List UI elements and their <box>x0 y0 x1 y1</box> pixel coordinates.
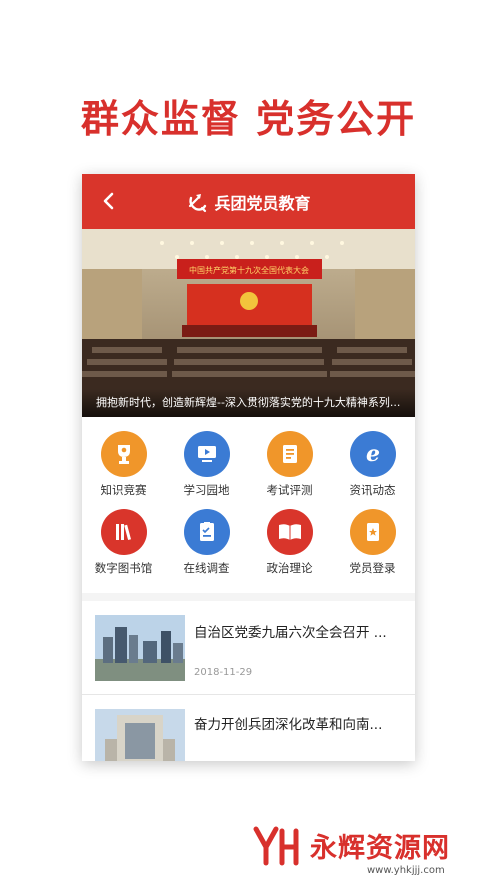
promo-headline: 群众监督 党务公开 <box>80 97 417 141</box>
news-date: 2018-11-29 <box>194 667 253 678</box>
grid-label: 学习园地 <box>183 483 230 497</box>
grid-item-quiz[interactable]: 知识竞赛 <box>82 431 165 498</box>
watermark-url: www.yhkjjj.com <box>367 865 445 876</box>
grid-label: 资讯动态 <box>349 483 396 497</box>
grid-item-survey[interactable]: 在线调查 <box>165 509 248 576</box>
grid-item-news[interactable]: e 资讯动态 <box>331 431 414 498</box>
watermark: 永辉资源网 <box>252 822 492 868</box>
bookshelf-icon <box>100 509 147 555</box>
news-title: 奋力开创兵团深化改革和向南... <box>194 717 383 733</box>
phone-screen: 兵团党员教育 中国共产党第十九次全国代表大会 拥抱新时代，创造新辉煌--深入贯彻… <box>82 174 415 761</box>
grid-label: 政治理论 <box>266 561 313 575</box>
grid-item-theory[interactable]: 政治理论 <box>248 509 331 576</box>
grid-item-library[interactable]: 数字图书馆 <box>82 509 165 576</box>
nav-title-group: 兵团党员教育 <box>82 174 415 229</box>
function-grid: 知识竞赛 学习园地 考试评测 e 资讯动态 数字图书馆 在线调查 政治理论 党员… <box>82 417 415 593</box>
grid-label: 党员登录 <box>349 561 396 575</box>
clipboard-icon <box>183 509 230 555</box>
grid-label: 知识竞赛 <box>100 483 147 497</box>
news-item[interactable]: 奋力开创兵团深化改革和向南... <box>82 695 415 761</box>
navigation-bar: 兵团党员教育 <box>82 174 415 229</box>
banner-screen-text: 中国共产党第十九次全国代表大会 <box>189 265 309 275</box>
member-badge-icon <box>349 509 396 555</box>
document-icon <box>266 431 313 477</box>
news-thumbnail <box>95 709 185 761</box>
svg-text:e: e <box>366 441 380 467</box>
banner-caption: 拥抱新时代，创造新辉煌--深入贯彻落实党的十九大精神系列... <box>82 389 415 417</box>
open-book-icon <box>266 509 313 555</box>
grid-label: 考试评测 <box>266 483 313 497</box>
app-title: 兵团党员教育 <box>214 193 311 213</box>
grid-label: 数字图书馆 <box>94 561 153 575</box>
grid-item-exam[interactable]: 考试评测 <box>248 431 331 498</box>
news-list: 自治区党委九届六次全会召开 ... 2018-11-29 奋力开创兵团深化改革和… <box>82 601 415 761</box>
news-item[interactable]: 自治区党委九届六次全会召开 ... 2018-11-29 <box>82 601 415 691</box>
party-emblem-icon <box>189 193 207 212</box>
grid-label: 在线调查 <box>183 561 230 575</box>
browser-e-icon: e <box>349 431 396 477</box>
news-title: 自治区党委九届六次全会召开 ... <box>194 625 387 641</box>
trophy-icon <box>100 431 147 477</box>
watermark-text: 永辉资源网 <box>310 832 450 864</box>
grid-item-study[interactable]: 学习园地 <box>165 431 248 498</box>
monitor-icon <box>183 431 230 477</box>
watermark-logo-icon <box>253 826 299 866</box>
banner-carousel[interactable]: 中国共产党第十九次全国代表大会 拥抱新时代，创造新辉煌--深入贯彻落实党的十九大… <box>82 229 415 417</box>
news-thumbnail <box>95 615 185 681</box>
grid-item-login[interactable]: 党员登录 <box>331 509 414 576</box>
